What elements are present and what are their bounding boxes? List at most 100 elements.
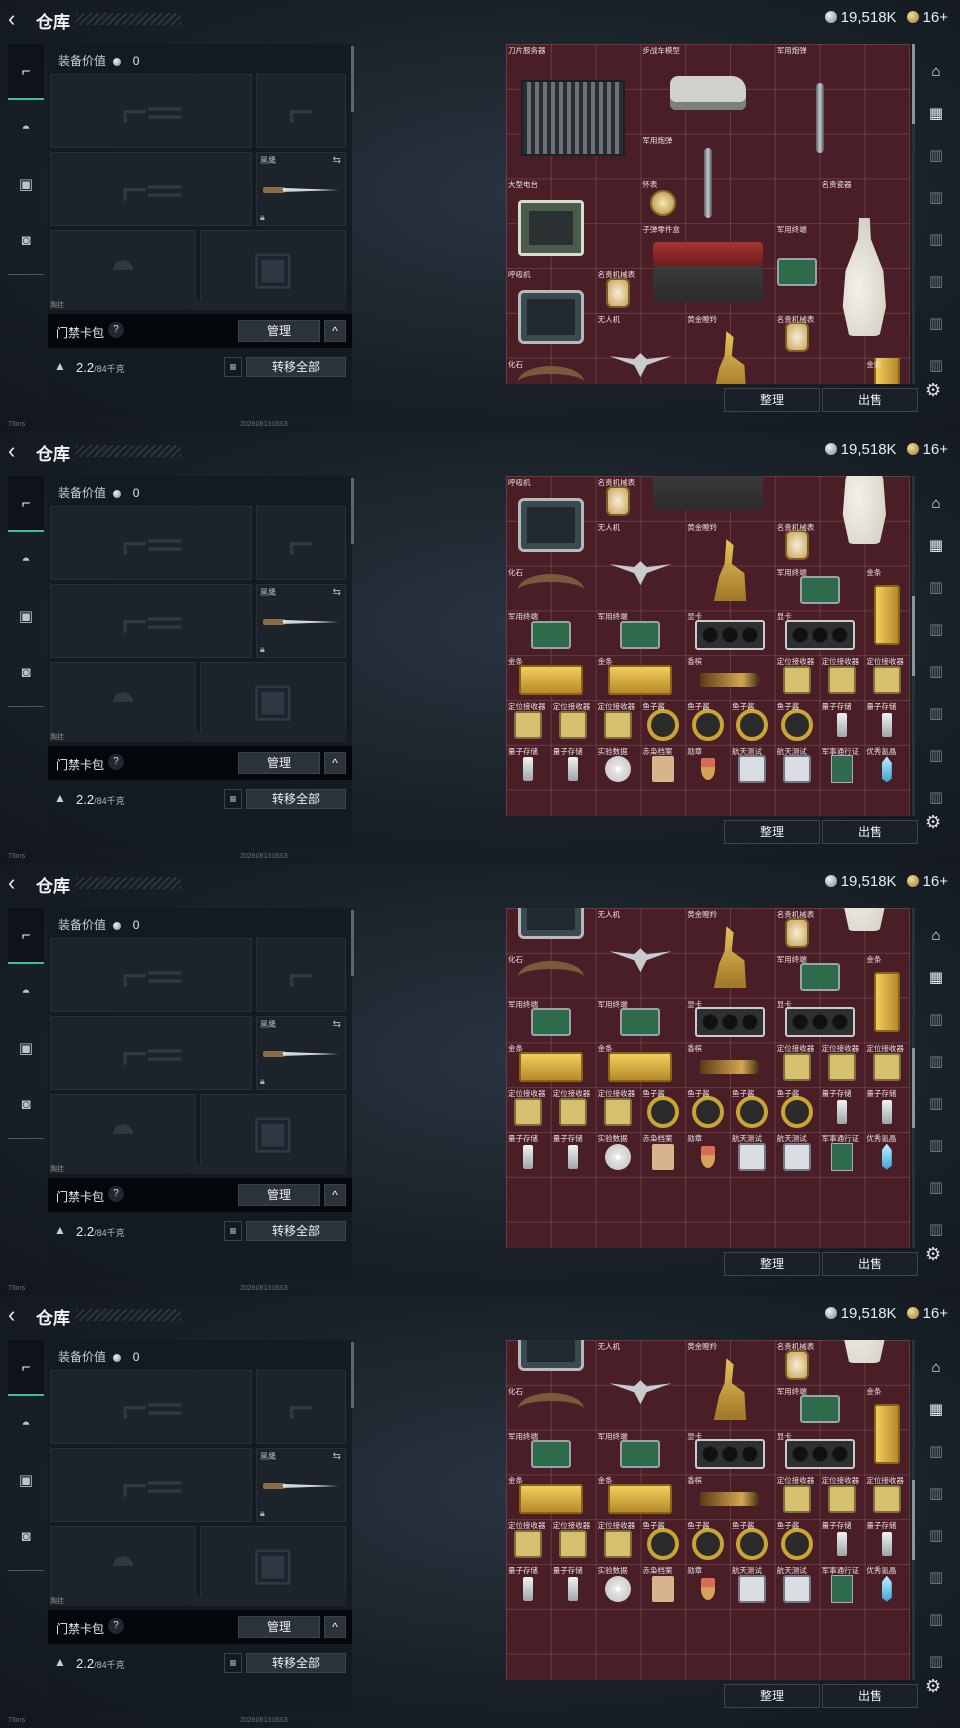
container-icon[interactable]: ▥ bbox=[920, 1556, 952, 1598]
stash-item[interactable]: 勋章 bbox=[685, 1564, 730, 1609]
sidearm-slot[interactable]: ⌐ bbox=[256, 74, 346, 148]
transfer-all-button[interactable]: 转移全部 bbox=[246, 1653, 346, 1673]
primary-weapon-slot[interactable]: ⌐═ bbox=[50, 506, 252, 580]
stash-item[interactable]: 赤枭档案 bbox=[640, 1132, 685, 1177]
collapse-button[interactable]: ^ bbox=[324, 1616, 346, 1638]
stash-item[interactable]: 黄金瞪羚 bbox=[685, 1340, 775, 1430]
container-icon[interactable]: ▥ bbox=[920, 734, 952, 776]
help-icon[interactable]: ? bbox=[108, 754, 124, 770]
stash-item[interactable]: 金条 bbox=[596, 1474, 686, 1519]
stash-item[interactable]: 金条 bbox=[864, 357, 909, 384]
manage-button[interactable]: 管理 bbox=[238, 752, 320, 774]
secondary-weapon-slot[interactable]: ⌐═ bbox=[50, 1016, 252, 1090]
container-icon[interactable]: ▥ bbox=[920, 1124, 952, 1166]
stash-item[interactable]: 优秀氪晶 bbox=[864, 1564, 909, 1609]
swap-icon[interactable]: ⇆ bbox=[333, 155, 341, 166]
stash-item[interactable]: 勋章 bbox=[685, 745, 730, 790]
helmet-slot[interactable]: ◓ bbox=[50, 1094, 196, 1168]
stash-item[interactable]: 大型电台 bbox=[506, 178, 596, 268]
sell-button[interactable]: 出售 bbox=[822, 820, 918, 844]
armor-slot[interactable]: ▣ bbox=[200, 1094, 346, 1168]
stash-scrollbar[interactable] bbox=[912, 908, 915, 1248]
swap-icon[interactable]: ⇆ bbox=[333, 1019, 341, 1030]
stash-scroll-thumb[interactable] bbox=[912, 596, 915, 676]
warehouse-icon[interactable]: ⌂ bbox=[920, 914, 952, 956]
stash-item[interactable]: 量子存储 bbox=[551, 1564, 596, 1609]
back-arrow-icon[interactable]: ‹ bbox=[8, 872, 30, 894]
stash-item[interactable]: 量子存储 bbox=[506, 745, 551, 790]
stash-item[interactable]: 显卡 bbox=[685, 998, 775, 1043]
manage-button[interactable]: 管理 bbox=[238, 1616, 320, 1638]
stash-item[interactable]: 步战车模型 bbox=[640, 44, 774, 134]
transfer-all-button[interactable]: 转移全部 bbox=[246, 789, 346, 809]
primary-weapon-slot[interactable]: ⌐═ bbox=[50, 74, 252, 148]
stash-scrollbar[interactable] bbox=[912, 44, 915, 384]
stash-item[interactable]: 定位接收器 bbox=[820, 1042, 865, 1087]
stash-item[interactable]: 黄金瞪羚 bbox=[685, 521, 775, 611]
stash-item[interactable]: 金条 bbox=[596, 1042, 686, 1087]
settings-gear-icon[interactable]: ⚙ bbox=[925, 1676, 941, 1697]
stash-item[interactable]: 名贵机械表 bbox=[775, 908, 820, 953]
stash-item[interactable]: 实验数据 bbox=[596, 1564, 641, 1609]
melee-slot[interactable]: 黑鹰 ⇆ 🔒︎ bbox=[256, 584, 346, 658]
container-icon[interactable]: ▥ bbox=[920, 1166, 952, 1208]
helmet-slot[interactable]: ◓ bbox=[50, 230, 196, 304]
stash-grid[interactable]: 无人机 黄金瞪羚 名贵机械表 化石 军用终端 金条 军用终端 军用终端 显卡 显卡 金条 金条 香槟 定位… bbox=[506, 1340, 910, 1680]
transfer-all-button[interactable]: 转移全部 bbox=[246, 1221, 346, 1241]
stash-item[interactable]: 优秀氪晶 bbox=[864, 1132, 909, 1177]
list-icon[interactable]: ≡ bbox=[224, 789, 242, 809]
stash-item[interactable]: 量子存储 bbox=[820, 1519, 865, 1564]
pistol-icon[interactable]: ⌐ bbox=[8, 44, 44, 100]
stash-item[interactable]: 显卡 bbox=[685, 610, 775, 655]
sidearm-slot[interactable]: ⌐ bbox=[256, 506, 346, 580]
warehouse-icon[interactable]: ⌂ bbox=[920, 1346, 952, 1388]
stash-item[interactable]: 军用终端 bbox=[775, 1385, 865, 1430]
stash-icon[interactable]: ▦ bbox=[920, 524, 952, 566]
helmet-icon[interactable]: ◓ bbox=[8, 100, 44, 156]
warehouse-icon[interactable]: ⌂ bbox=[920, 482, 952, 524]
stash-item[interactable]: 量子存储 bbox=[864, 1087, 909, 1132]
stash-item[interactable]: 黄金瞪羚 bbox=[685, 908, 775, 998]
stash-item[interactable]: 量子存储 bbox=[506, 1132, 551, 1177]
stash-item[interactable]: 定位接收器 bbox=[506, 700, 551, 745]
stash-item[interactable]: 鱼子酱 bbox=[775, 700, 820, 745]
stash-item[interactable]: 鱼子酱 bbox=[775, 1519, 820, 1564]
container-icon[interactable]: ▥ bbox=[920, 218, 952, 260]
helmet-icon[interactable]: ◓ bbox=[8, 1396, 44, 1452]
stash-item[interactable]: 航天测试 bbox=[775, 745, 820, 790]
stash-item[interactable]: 香槟 bbox=[685, 1042, 775, 1087]
back-arrow-icon[interactable]: ‹ bbox=[8, 8, 30, 30]
stash-item[interactable]: 定位接收器 bbox=[551, 1087, 596, 1132]
container-icon[interactable]: ▥ bbox=[920, 566, 952, 608]
stash-item[interactable]: 呼吸机 bbox=[506, 476, 596, 566]
armor-slot[interactable]: ▣ bbox=[200, 1526, 346, 1600]
stash-item[interactable]: 化石 bbox=[506, 1385, 596, 1430]
transfer-all-button[interactable]: 转移全部 bbox=[246, 357, 346, 377]
stash-item[interactable]: 定位接收器 bbox=[820, 1474, 865, 1519]
stash-item[interactable] bbox=[820, 908, 910, 953]
stash-item[interactable]: 名贵机械表 bbox=[775, 313, 820, 358]
armor-slot[interactable]: ▣ bbox=[200, 662, 346, 736]
stash-item[interactable] bbox=[820, 1340, 910, 1385]
secondary-weapon-slot[interactable]: ⌐═ bbox=[50, 152, 252, 226]
manage-button[interactable]: 管理 bbox=[238, 1184, 320, 1206]
stash-item[interactable]: 航天测试 bbox=[730, 745, 775, 790]
sort-button[interactable]: 整理 bbox=[724, 388, 820, 412]
stash-item[interactable]: 显卡 bbox=[775, 998, 865, 1043]
helmet-slot[interactable]: ◓ bbox=[50, 662, 196, 736]
container-icon[interactable]: ▥ bbox=[920, 998, 952, 1040]
stash-item[interactable]: 鱼子酱 bbox=[640, 1087, 685, 1132]
backpack-icon[interactable]: ◙ bbox=[8, 1508, 44, 1564]
container-icon[interactable]: ▥ bbox=[920, 1040, 952, 1082]
stash-item[interactable]: 鱼子酱 bbox=[730, 1087, 775, 1132]
stash-item[interactable]: 实验数据 bbox=[596, 745, 641, 790]
stash-item[interactable]: 金条 bbox=[864, 953, 909, 1043]
stash-item[interactable] bbox=[640, 476, 774, 521]
help-icon[interactable]: ? bbox=[108, 322, 124, 338]
stash-item[interactable]: 定位接收器 bbox=[596, 1519, 641, 1564]
pistol-icon[interactable]: ⌐ bbox=[8, 908, 44, 964]
stash-item[interactable]: 军事通行证 bbox=[820, 1132, 865, 1177]
stash-item[interactable]: 定位接收器 bbox=[864, 1042, 909, 1087]
vest-icon[interactable]: ▣ bbox=[8, 588, 44, 644]
stash-item[interactable]: 无人机 bbox=[596, 908, 686, 998]
